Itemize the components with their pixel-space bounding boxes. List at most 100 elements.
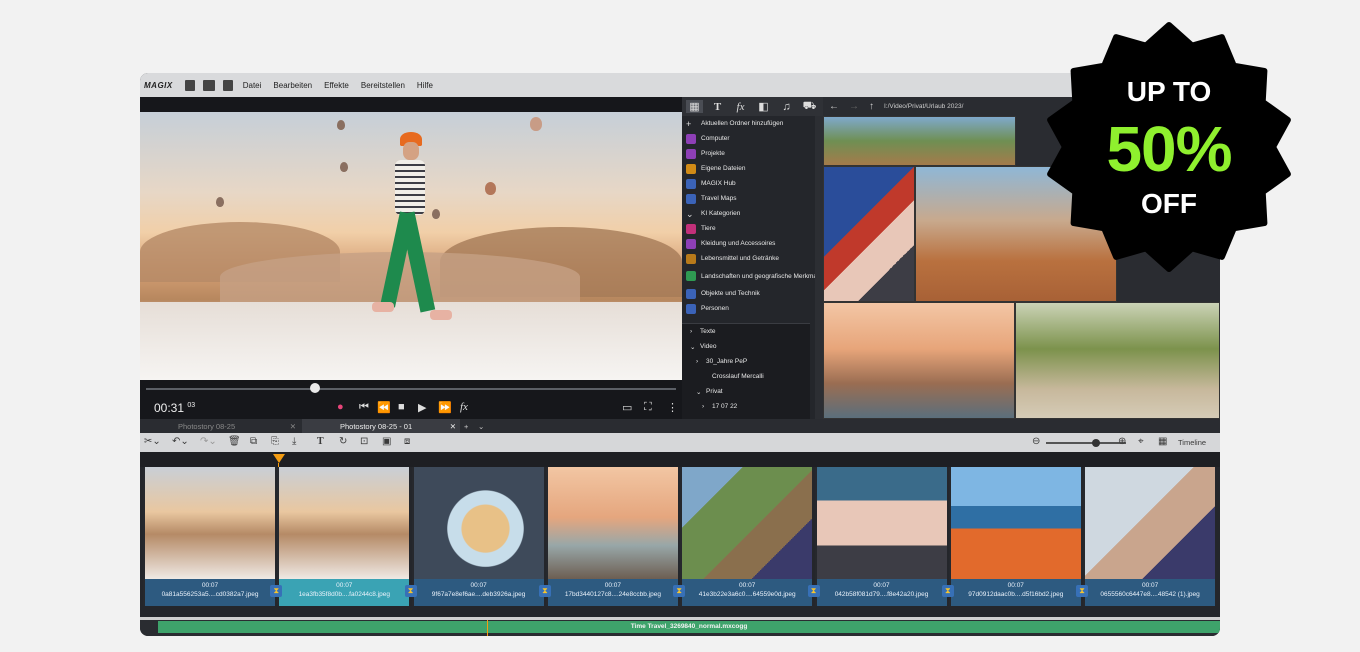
audio-clip[interactable]: Time Travel_3269840_normal.mxcogg	[158, 621, 1220, 633]
tab-list-dropdown[interactable]: ⌄	[476, 419, 488, 433]
transition-icon[interactable]: ⧗	[673, 585, 686, 597]
media-pool-item[interactable]: Objekte und Technik	[682, 286, 823, 301]
clip-label[interactable]: 00:07 97d0912daac0b....d5f16bd2.jpeg	[950, 579, 1081, 606]
delete-icon[interactable]: 🗑	[228, 436, 241, 447]
storyboard-clip[interactable]: 00:07 042b58f081d79....f8e42a20.jpeg	[814, 467, 947, 606]
stabilize-icon[interactable]: ⧈	[404, 436, 410, 447]
effects-tab-icon[interactable]: fx	[732, 101, 749, 113]
clip-thumbnail[interactable]	[413, 467, 544, 579]
clip-label[interactable]: 00:07 0655560c6447e8....48542 (1).jpeg	[1085, 579, 1216, 606]
store-tab-icon[interactable]: ⛟	[801, 100, 818, 114]
media-pool-item[interactable]: Kleidung und Accessoires	[682, 236, 823, 251]
media-pool-item[interactable]: Landschaften und geografische Merkmale	[682, 266, 823, 286]
redo-icon[interactable]: ↷⌄	[200, 436, 217, 447]
storyboard-clip[interactable]: 00:07 97d0912daac0b....d5f16bd2.jpeg	[948, 467, 1081, 606]
clip-thumbnail[interactable]	[279, 467, 410, 579]
crop-icon[interactable]: ⊡	[360, 436, 368, 447]
storyboard-clip[interactable]: 00:07 41e3b22e3a6c0....64559e0d.jpeg	[680, 467, 813, 606]
storyboard-clip[interactable]: 00:07 1ea3fb35f8d0b....fa0244c8.jpeg	[277, 467, 410, 606]
new-file-icon[interactable]	[184, 79, 195, 91]
folder-tree-item[interactable]: › 17 07 22	[682, 399, 810, 414]
clip-thumbnail[interactable]	[682, 467, 813, 579]
clip-label[interactable]: 00:07 17bd3440127c8....24e8ccbb.jpeg	[547, 579, 678, 606]
up-arrow-icon[interactable]: ↑	[869, 101, 874, 112]
clip-thumbnail[interactable]	[1085, 467, 1216, 579]
clip-label[interactable]: 00:07 0a81a556253a5....cd0382a7.jpeg	[145, 579, 275, 606]
media-pool-item[interactable]: + Aktuellen Ordner hinzufügen	[682, 116, 823, 131]
clip-thumbnail[interactable]	[547, 467, 678, 579]
zoom-out-icon[interactable]: ⊖	[1032, 436, 1040, 447]
zoom-slider[interactable]	[1046, 439, 1126, 447]
folder-tree-item[interactable]: Crosslauf Mercalli	[682, 369, 810, 384]
music-tab-icon[interactable]: ♫	[778, 101, 795, 113]
rotate-icon[interactable]: ↻	[339, 436, 347, 447]
copy-icon[interactable]: ⧉	[250, 436, 257, 447]
more-icon[interactable]: ⋮	[667, 401, 678, 414]
playhead-marker[interactable]	[273, 454, 285, 463]
stop-icon[interactable]: ■	[398, 401, 405, 413]
gallery-thumb[interactable]	[823, 116, 1016, 166]
fast-forward-icon[interactable]: ⏩	[438, 401, 452, 414]
clip-label[interactable]: 00:07 9f67a7e8ef6ae....deb3926a.jpeg	[413, 579, 544, 606]
tab-photostory-01[interactable]: Photostory 08-25 - 01 ✕	[302, 419, 460, 433]
storyboard-clip[interactable]: 00:07 0a81a556253a5....cd0382a7.jpeg	[143, 467, 275, 606]
zoom-slider-handle[interactable]	[1092, 439, 1100, 447]
transitions-tab-icon[interactable]: ◧	[755, 100, 772, 113]
storyboard-clip[interactable]: 00:07 0655560c6447e8....48542 (1).jpeg	[1083, 467, 1216, 606]
play-icon[interactable]: ▶	[418, 401, 426, 414]
transition-icon[interactable]: ⧗	[941, 585, 954, 597]
text-tab-icon[interactable]: T	[709, 101, 726, 113]
media-pool-item[interactable]: ⌄ KI Kategorien	[682, 206, 823, 221]
media-pool-item[interactable]: Computer	[682, 131, 823, 146]
timeline-label[interactable]: Timeline	[1178, 438, 1206, 447]
gallery-thumb[interactable]	[823, 166, 915, 302]
cast-icon[interactable]: ▭	[622, 401, 632, 414]
title-icon[interactable]: T	[317, 436, 324, 447]
open-folder-icon[interactable]	[202, 79, 215, 91]
folder-tree-item[interactable]: ⌄ Privat	[682, 384, 810, 399]
folder-tree-item[interactable]: › 30_Jahre PeP	[682, 354, 810, 369]
clip-label[interactable]: 00:07 41e3b22e3a6c0....64559e0d.jpeg	[682, 579, 813, 606]
gallery-thumb[interactable]	[1015, 302, 1220, 419]
clip-thumbnail[interactable]	[950, 467, 1081, 579]
insert-icon[interactable]: ⤓	[292, 436, 296, 447]
folder-tree-item[interactable]: › Texte	[682, 324, 810, 339]
media-pool-item[interactable]: Lebensmittel und Getränke	[682, 251, 823, 266]
menu-datei[interactable]: Datei	[243, 81, 262, 90]
clip-label[interactable]: 00:07 1ea3fb35f8d0b....fa0244c8.jpeg	[279, 579, 410, 606]
rewind-icon[interactable]: ⏪	[377, 401, 391, 414]
media-pool-item[interactable]: Projekte	[682, 146, 823, 161]
gallery-thumb[interactable]	[823, 302, 1015, 419]
media-pool-item[interactable]: Personen	[682, 301, 823, 316]
skip-start-icon[interactable]: ⏮	[359, 401, 369, 414]
forward-arrow-icon[interactable]: →	[849, 101, 859, 112]
transition-icon[interactable]: ⧗	[404, 585, 417, 597]
media-pool-item[interactable]: Tiere	[682, 221, 823, 236]
preview-scrubber[interactable]	[140, 380, 682, 396]
fit-icon[interactable]: ⌖	[1138, 436, 1144, 447]
media-pool-item[interactable]: MAGIX Hub	[682, 176, 823, 191]
cut-icon[interactable]: ✂⌄	[144, 436, 161, 447]
clip-label[interactable]: 00:07 042b58f081d79....f8e42a20.jpeg	[816, 579, 947, 606]
menu-hilfe[interactable]: Hilfe	[417, 81, 433, 90]
storyboard-clip[interactable]: 00:07 9f67a7e8ef6ae....deb3926a.jpeg	[411, 467, 544, 606]
media-pool-item[interactable]: Eigene Dateien	[682, 161, 823, 176]
media-pool-scrollbar[interactable]	[815, 116, 823, 419]
tab-photostory[interactable]: Photostory 08-25 ✕	[140, 419, 300, 433]
record-icon[interactable]: ●	[337, 401, 344, 413]
storyboard-clip[interactable]: 00:07 17bd3440127c8....24e8ccbb.jpeg	[545, 467, 678, 606]
transition-icon[interactable]: ⧗	[270, 585, 283, 597]
close-icon[interactable]: ✕	[450, 422, 456, 431]
scrubber-handle[interactable]	[310, 383, 320, 393]
timeline-ruler[interactable]	[140, 452, 1220, 467]
view-mode-icon[interactable]: ▦	[1158, 436, 1167, 447]
fx-icon[interactable]: fx	[460, 401, 468, 413]
menu-bearbeiten[interactable]: Bearbeiten	[273, 81, 312, 90]
transition-icon[interactable]: ⧗	[807, 585, 820, 597]
undo-icon[interactable]: ↶⌄	[172, 436, 189, 447]
paste-icon[interactable]: ⎘	[271, 436, 279, 447]
transition-icon[interactable]: ⧗	[538, 585, 551, 597]
add-tab-button[interactable]: +	[462, 419, 474, 433]
close-icon[interactable]: ✕	[290, 422, 296, 431]
clip-thumbnail[interactable]	[145, 467, 275, 579]
